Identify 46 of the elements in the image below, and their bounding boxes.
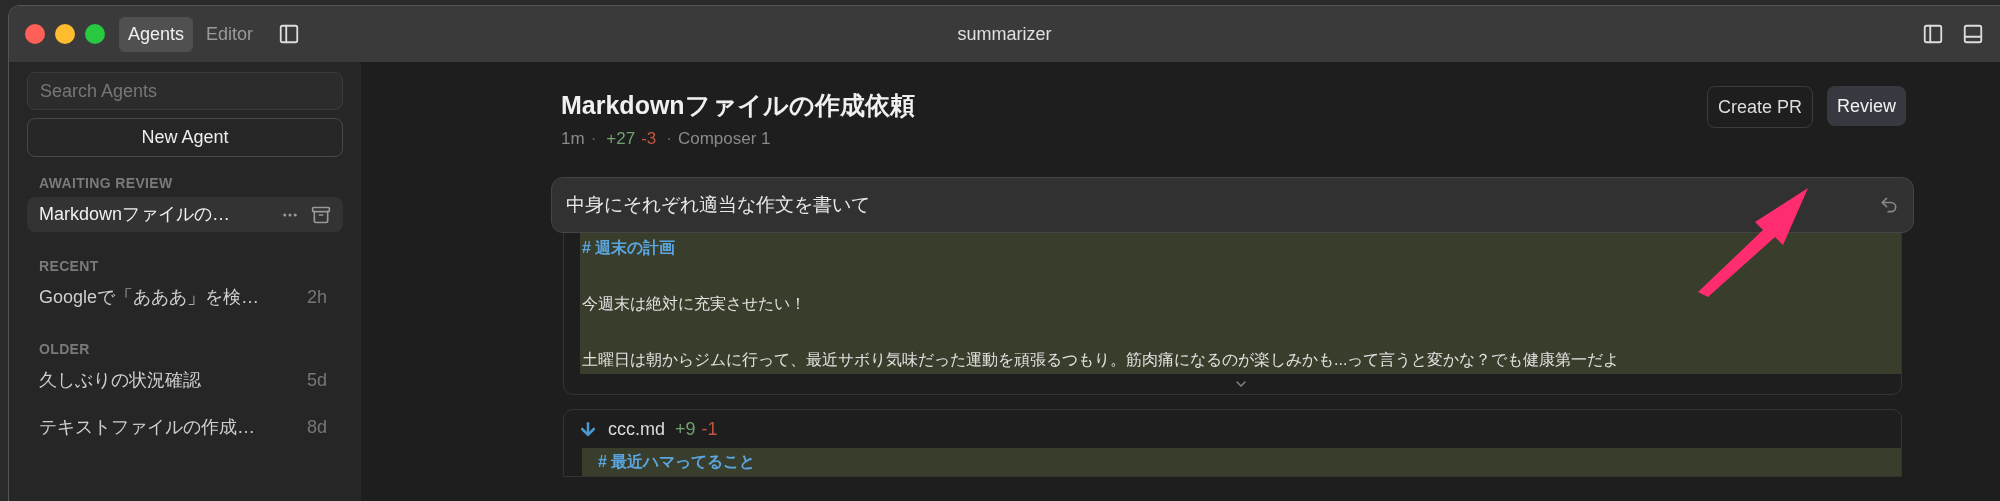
review-button[interactable]: Review bbox=[1826, 86, 1906, 126]
elapsed-time: 1m bbox=[561, 128, 585, 151]
create-pr-button[interactable]: Create PR bbox=[1706, 86, 1813, 128]
prompt-text: 中身にそれぞれ適当な作文を書いて bbox=[566, 192, 870, 217]
agent-title: Googleで「あああ」を検… bbox=[39, 286, 260, 309]
tab[interactable]: Agents bbox=[119, 16, 194, 52]
panel-icon[interactable] bbox=[1922, 23, 1944, 45]
archive-icon[interactable] bbox=[311, 204, 331, 225]
added-count: +9 bbox=[675, 417, 696, 441]
model-name: Composer 1 bbox=[677, 128, 771, 151]
markdown-text: 土曜日は朝からジムに行って、最近サボり気味だった運動を頑張るつもり。筋肉痛になるのが楽しみかも...って言うと変かな？でも健康第一だよ bbox=[582, 350, 1620, 370]
section-heading: OLDER bbox=[39, 339, 90, 359]
agent-item[interactable]: Markdownファイルの… bbox=[27, 197, 343, 232]
agent-time: 8d bbox=[306, 416, 328, 439]
markdown-text: 今週末は絶対に充実させたい！ bbox=[582, 294, 806, 314]
maximize-icon[interactable] bbox=[85, 24, 105, 44]
new-agent-button[interactable]: New Agent bbox=[27, 118, 343, 157]
agent-title: 久しぶりの状況確認 bbox=[39, 369, 201, 392]
sidebar-toggle-icon[interactable] bbox=[278, 23, 301, 45]
window-title: summarizer bbox=[957, 22, 1052, 46]
minimize-icon[interactable] bbox=[55, 24, 75, 44]
removed-count: -3 bbox=[641, 128, 657, 151]
undo-icon[interactable] bbox=[1879, 195, 1899, 215]
markdown-heading: # 最近ハマってること bbox=[598, 452, 756, 472]
separator-dot: · bbox=[590, 128, 597, 151]
section-heading: AWAITING REVIEW bbox=[39, 173, 173, 193]
prompt-box[interactable]: 中身にそれぞれ適当な作文を書いて bbox=[551, 177, 1914, 233]
agent-item[interactable]: Googleで「あああ」を検… 2h bbox=[27, 280, 343, 315]
agent-title: Markdownファイルの… bbox=[39, 203, 231, 226]
download-icon bbox=[578, 419, 598, 439]
agent-item[interactable]: 久しぶりの状況確認 5d bbox=[27, 363, 343, 398]
close-icon[interactable] bbox=[25, 24, 45, 44]
removed-count: -1 bbox=[701, 417, 718, 441]
search-field[interactable]: Search Agents bbox=[27, 72, 343, 110]
agent-time: 2h bbox=[306, 286, 328, 309]
panel-icon[interactable] bbox=[1962, 23, 1984, 45]
added-count: +27 bbox=[606, 128, 636, 151]
separator-dot: · bbox=[666, 128, 672, 151]
agent-time: 5d bbox=[306, 369, 328, 392]
agent-item[interactable]: テキストファイルの作成… 8d bbox=[27, 410, 343, 445]
markdown-heading: # 週末の計画 bbox=[582, 238, 676, 258]
file-name: ccc.md bbox=[608, 417, 665, 441]
agent-title: テキストファイルの作成… bbox=[39, 416, 255, 439]
tab[interactable]: Editor bbox=[197, 16, 263, 52]
section-heading: RECENT bbox=[39, 256, 99, 276]
agent-heading: Markdownファイルの作成依頼 bbox=[561, 90, 915, 122]
